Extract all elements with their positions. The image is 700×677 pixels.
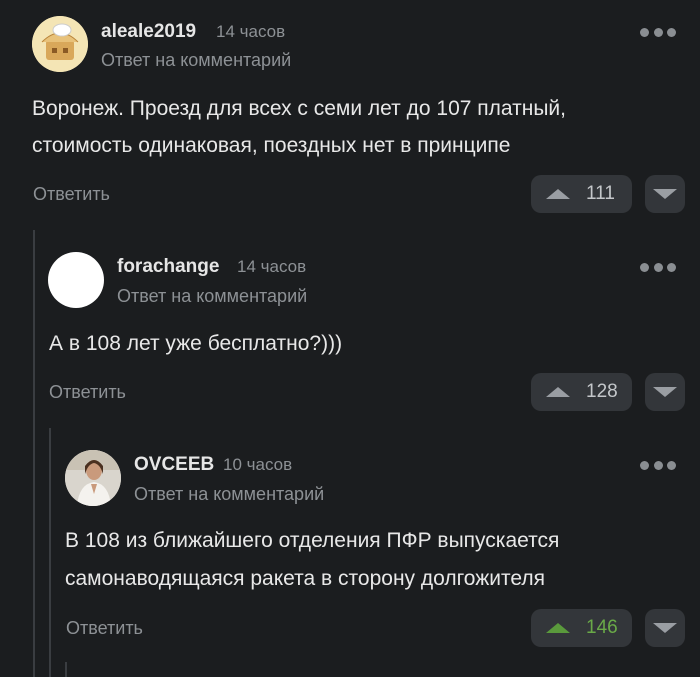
reply-button[interactable]: Ответить bbox=[33, 184, 110, 205]
timestamp: 10 часов bbox=[223, 455, 293, 474]
vote-count: 146 bbox=[586, 617, 618, 638]
cartoon-house-avatar-icon bbox=[32, 16, 88, 72]
arrow-up-icon bbox=[546, 623, 570, 633]
comment-text-line-2: стоимость одинаковая, поездных нет в при… bbox=[32, 134, 511, 157]
downvote-button[interactable] bbox=[645, 373, 685, 411]
arrow-down-icon bbox=[653, 189, 677, 199]
reply-to-link[interactable]: Ответ на комментарий bbox=[101, 50, 291, 71]
comment-text-line-1: А в 108 лет уже бесплатно?))) bbox=[49, 332, 343, 355]
reply-to-link[interactable]: Ответ на комментарий bbox=[117, 286, 307, 307]
reply-button[interactable]: Ответить bbox=[66, 618, 143, 639]
comment-text-line-1: Воронеж. Проезд для всех с семи лет до 1… bbox=[32, 97, 566, 120]
more-options-icon[interactable] bbox=[640, 25, 676, 39]
username[interactable]: aleale2019 bbox=[101, 21, 196, 43]
arrow-down-icon bbox=[653, 387, 677, 397]
comment-text-line-2: самонаводящаяся ракета в сторону долгожи… bbox=[65, 567, 546, 590]
upvote-button[interactable]: 128 bbox=[531, 373, 632, 411]
more-options-icon[interactable] bbox=[640, 458, 676, 472]
downvote-button[interactable] bbox=[645, 609, 685, 647]
avatar[interactable] bbox=[48, 252, 104, 308]
comment-text-line-1: В 108 из ближайшего отделения ПФР выпуск… bbox=[65, 529, 560, 552]
thread-line-level2 bbox=[49, 428, 51, 677]
avatar[interactable] bbox=[65, 450, 121, 506]
timestamp: 14 часов bbox=[237, 257, 307, 276]
person-photo-avatar-icon bbox=[65, 450, 121, 506]
thread-line-level1 bbox=[33, 230, 35, 677]
upvote-button[interactable]: 146 bbox=[531, 609, 632, 647]
more-options-icon[interactable] bbox=[640, 260, 676, 274]
timestamp: 14 часов bbox=[216, 22, 286, 41]
arrow-up-icon bbox=[546, 189, 570, 199]
username[interactable]: forachange bbox=[117, 256, 219, 278]
upvote-button[interactable]: 111 bbox=[531, 175, 632, 213]
arrow-down-icon bbox=[653, 623, 677, 633]
arrow-up-icon bbox=[546, 387, 570, 397]
vote-count: 111 bbox=[586, 183, 615, 204]
thread-line-level3 bbox=[65, 662, 67, 677]
reply-to-link[interactable]: Ответ на комментарий bbox=[134, 484, 324, 505]
reply-button[interactable]: Ответить bbox=[49, 382, 126, 403]
downvote-button[interactable] bbox=[645, 175, 685, 213]
vote-count: 128 bbox=[586, 381, 618, 402]
avatar[interactable] bbox=[32, 16, 88, 72]
username[interactable]: OVCEEB bbox=[134, 454, 214, 476]
